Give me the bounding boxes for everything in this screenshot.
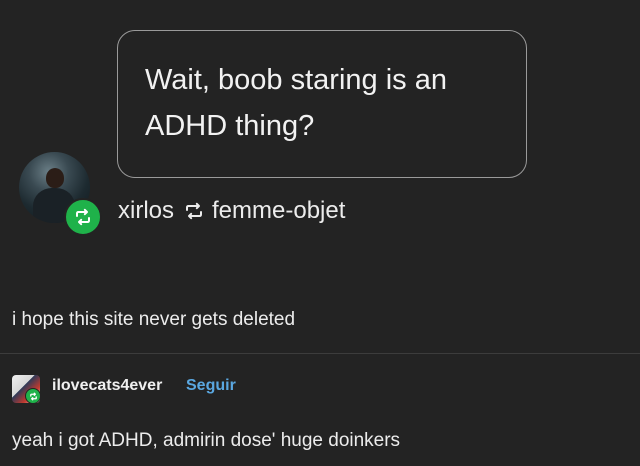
question-text: Wait, boob staring is an ADHD thing? [145,57,502,149]
question-line-1: Wait, boob staring is an [145,64,447,96]
original-poster-username[interactable]: femme-objet [212,197,345,225]
reblog-attribution: xirlos femme-objet [118,196,345,226]
reply-text: yeah i got ADHD, admirin dose' huge doin… [12,430,401,451]
reply-username[interactable]: ilovecats4ever [52,377,162,395]
follow-button[interactable]: Seguir [186,377,236,395]
reblog-arrow-icon [183,201,205,221]
avatar-figure-head [46,168,64,188]
reblog-badge [64,198,102,236]
reblog-small-icon [29,392,37,400]
reblog-icon [76,208,90,226]
reply-avatar[interactable] [12,375,40,403]
divider [0,353,640,354]
reply-reblog-badge [25,388,40,403]
question-bubble: Wait, boob staring is an ADHD thing? [117,30,527,178]
post-body: i hope this site never gets deleted [12,309,296,330]
question-line-2: ADHD thing? [145,110,315,142]
reblogger-username[interactable]: xirlos [118,197,174,225]
